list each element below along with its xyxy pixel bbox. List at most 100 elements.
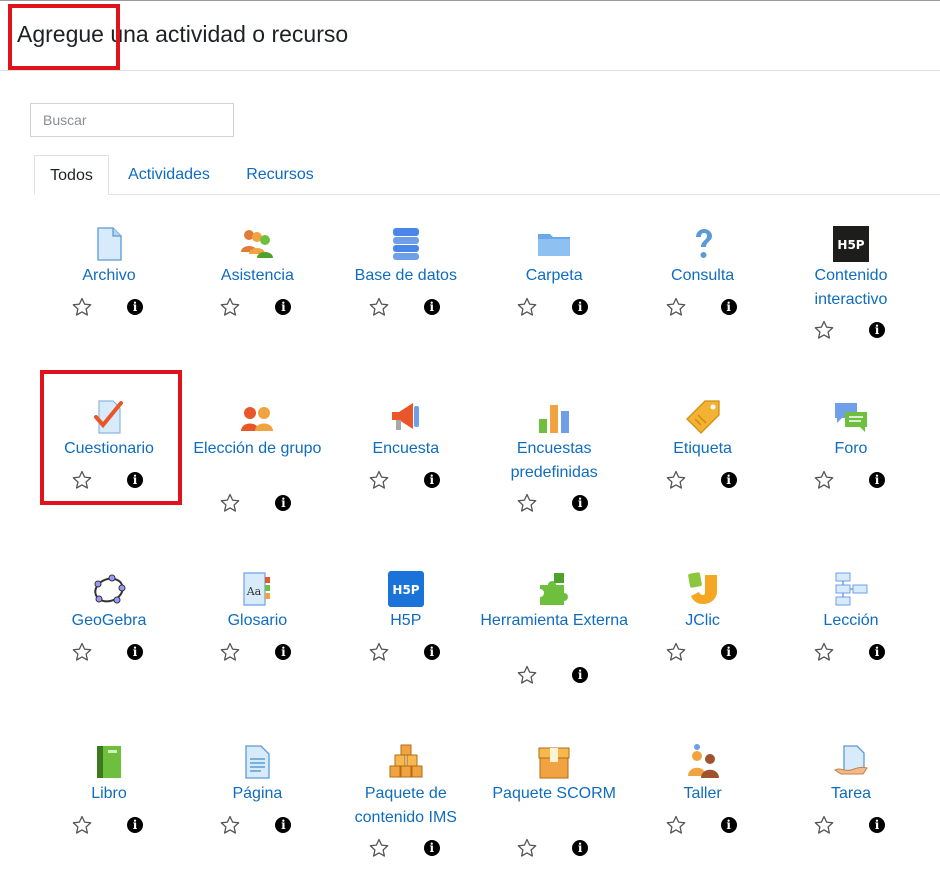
activity-name[interactable]: Glosario [183,609,331,633]
folder-icon[interactable] [536,226,572,262]
info-icon[interactable]: i [869,322,885,338]
info-icon[interactable]: i [720,299,737,315]
info-icon[interactable]: i [869,816,885,833]
activity-name[interactable]: Asistencia [183,264,331,288]
survey-chart-icon[interactable] [536,399,572,435]
star-icon[interactable] [814,320,834,340]
info-icon[interactable]: i [127,644,143,660]
label-tag-icon[interactable] [685,399,721,435]
attendance-icon[interactable] [239,226,275,262]
activity-tile-workshop[interactable]: Taller i [629,718,777,888]
activity-name[interactable]: Encuestas predefinidas [480,437,628,485]
activity-tile-ims-package[interactable]: Paquete de contenido IMS i [332,718,480,888]
star-icon[interactable] [517,838,537,858]
h5p-icon[interactable]: H5P [387,571,424,607]
question-icon[interactable] [685,226,721,262]
info-icon[interactable]: i [869,644,885,660]
search-input[interactable] [30,103,234,137]
activity-tile-geogebra[interactable]: GeoGebra i [35,545,183,715]
activity-name[interactable]: GeoGebra [35,609,183,633]
activity-name[interactable]: Taller [629,782,777,806]
megaphone-icon[interactable] [388,399,424,435]
activity-name[interactable]: Etiqueta [629,437,777,461]
activity-tile-puzzle[interactable]: Herramienta Externa i [480,545,628,715]
assignment-icon[interactable] [833,744,869,780]
star-icon[interactable] [220,493,240,513]
group-choice-icon[interactable] [239,399,275,435]
activity-tile-h5p[interactable]: H5P H5P i [332,545,480,715]
database-icon[interactable] [388,226,424,262]
activity-name[interactable]: Consulta [629,264,777,288]
info-icon[interactable]: i [720,471,737,488]
lesson-icon[interactable] [833,571,869,607]
activity-tile-file[interactable]: Archivo i [35,200,183,370]
activity-tile-glossary[interactable]: Aa Glosario i [183,545,331,715]
star-icon[interactable] [814,470,834,490]
activity-name[interactable]: Base de datos [332,264,480,288]
tab-recursos[interactable]: Recursos [236,155,324,195]
activity-tile-jclic[interactable]: JClic i [629,545,777,715]
activity-name[interactable]: JClic [629,609,777,633]
info-icon[interactable]: i [423,644,440,660]
star-icon[interactable] [369,470,389,490]
info-icon[interactable]: i [572,494,589,511]
activity-name[interactable]: Paquete SCORM [480,782,628,806]
info-icon[interactable]: i [720,644,737,660]
jclic-icon[interactable] [685,571,721,607]
page-icon[interactable] [239,744,275,780]
tab-todos[interactable]: Todos [34,155,109,195]
activity-tile-page[interactable]: Página i [183,718,331,888]
activity-tile-h5p-dark[interactable]: H5P Contenido interactivo i [777,200,925,370]
activity-tile-megaphone[interactable]: Encuesta i [332,373,480,543]
activity-tile-label-tag[interactable]: Etiqueta i [629,373,777,543]
info-icon[interactable]: i [275,299,292,315]
info-icon[interactable]: i [869,471,885,488]
star-icon[interactable] [666,642,686,662]
activity-name[interactable]: Encuesta [332,437,480,461]
star-icon[interactable] [72,297,92,317]
info-icon[interactable]: i [127,299,143,315]
star-icon[interactable] [517,297,537,317]
info-icon[interactable]: i [275,816,292,833]
geogebra-icon[interactable] [91,571,127,607]
star-icon[interactable] [220,297,240,317]
file-icon[interactable] [91,226,127,262]
activity-name[interactable]: Tarea [777,782,925,806]
activity-tile-group-choice[interactable]: Elección de grupo i [183,373,331,543]
activity-name[interactable]: Elección de grupo [183,437,331,461]
workshop-icon[interactable] [685,743,721,780]
activity-tile-book[interactable]: Libro i [35,718,183,888]
star-icon[interactable] [369,297,389,317]
info-icon[interactable]: i [572,299,589,315]
info-icon[interactable]: i [720,816,737,833]
star-icon[interactable] [369,642,389,662]
puzzle-icon[interactable] [536,571,572,607]
scorm-package-icon[interactable] [536,744,572,780]
activity-tile-scorm-package[interactable]: Paquete SCORM i [480,718,628,888]
activity-name[interactable]: H5P [332,609,480,633]
activity-tile-lesson[interactable]: Lección i [777,545,925,715]
info-icon[interactable]: i [423,839,440,856]
star-icon[interactable] [220,642,240,662]
star-icon[interactable] [369,838,389,858]
activity-name[interactable]: Página [183,782,331,806]
star-icon[interactable] [666,470,686,490]
info-icon[interactable]: i [275,494,292,511]
info-icon[interactable]: i [127,816,143,833]
star-icon[interactable] [517,665,537,685]
star-icon[interactable] [666,297,686,317]
star-icon[interactable] [72,642,92,662]
book-icon[interactable] [91,744,127,780]
h5p-dark-icon[interactable]: H5P [833,226,869,262]
activity-tile-assignment[interactable]: Tarea i [777,718,925,888]
activity-name[interactable]: Carpeta [480,264,628,288]
activity-tile-survey-chart[interactable]: Encuestas predefinidas i [480,373,628,543]
activity-name[interactable]: Paquete de contenido IMS [332,782,480,830]
forum-icon[interactable] [833,399,869,435]
activity-name[interactable]: Contenido interactivo [777,264,925,312]
activity-name[interactable]: Foro [777,437,925,461]
glossary-icon[interactable]: Aa [239,571,275,607]
activity-tile-forum[interactable]: Foro i [777,373,925,543]
star-icon[interactable] [814,642,834,662]
info-icon[interactable]: i [572,839,589,856]
